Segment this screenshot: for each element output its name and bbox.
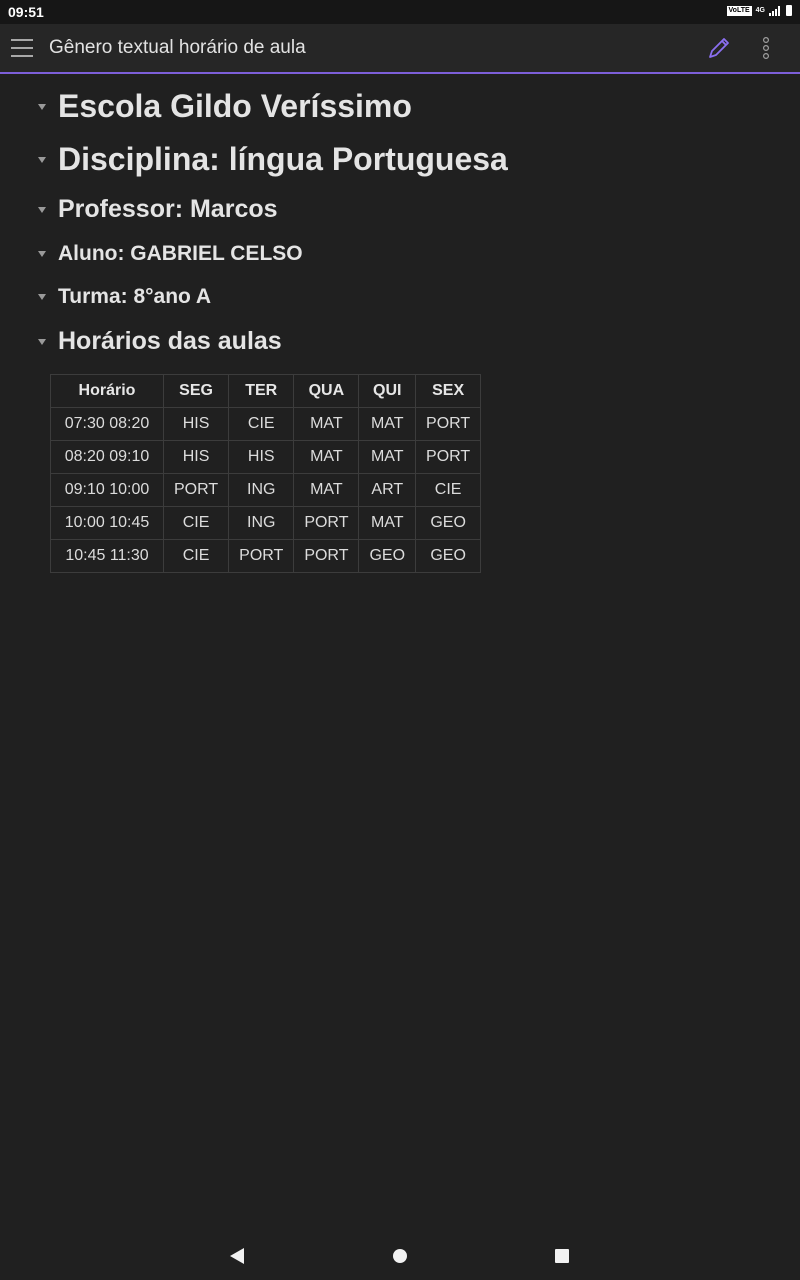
header-cell: TER xyxy=(228,374,295,408)
table-row: 09:10 10:00 PORT ING MAT ART CIE xyxy=(50,473,482,507)
table-cell: CIE xyxy=(415,473,482,507)
heading-class[interactable]: Turma: 8°ano A xyxy=(38,285,211,309)
table-cell: 08:20 09:10 xyxy=(50,440,164,474)
hamburger-menu-icon[interactable] xyxy=(11,39,33,57)
table-cell: PORT xyxy=(415,407,482,441)
note-title: Gênero textual horário de aula xyxy=(49,37,306,58)
table-row: 08:20 09:10 HIS HIS MAT MAT PORT xyxy=(50,440,482,474)
back-triangle-icon[interactable] xyxy=(230,1248,244,1264)
table-cell: HIS xyxy=(162,407,230,441)
heading-text: Turma: 8°ano A xyxy=(58,285,212,308)
table-cell: GEO xyxy=(415,539,482,573)
status-time: 09:51 xyxy=(8,4,44,20)
heading-student[interactable]: Aluno: GABRIEL CELSO xyxy=(38,242,303,266)
schedule-table: Horário SEG TER QUA QUI SEX 07:30 08:20 … xyxy=(50,374,482,573)
table-cell: 10:00 10:45 xyxy=(50,506,164,540)
table-row: 10:00 10:45 CIE ING PORT MAT GEO xyxy=(50,506,482,540)
collapse-caret-icon[interactable] xyxy=(38,206,46,213)
heading-text: Escola Gildo Veríssimo xyxy=(58,88,412,124)
table-cell: 10:45 11:30 xyxy=(50,539,164,573)
app-bar: Gênero textual horário de aula xyxy=(0,24,800,74)
vertical-dots-icon[interactable] xyxy=(760,36,772,60)
table-cell: CIE xyxy=(162,539,230,573)
header-cell: QUI xyxy=(358,374,417,408)
header-cell: QUA xyxy=(293,374,360,408)
heading-schedule[interactable]: Horários das aulas xyxy=(38,327,282,356)
signal-icon xyxy=(769,5,780,16)
volte-icon: VoLTE xyxy=(726,5,752,16)
table-cell: PORT xyxy=(415,440,482,474)
table-cell: HIS xyxy=(228,440,295,474)
collapse-caret-icon[interactable] xyxy=(38,338,46,345)
heading-text: Disciplina: língua Portuguesa xyxy=(58,141,508,177)
collapse-caret-icon[interactable] xyxy=(38,103,46,110)
table-cell: PORT xyxy=(293,506,360,540)
header-cell: Horário xyxy=(50,374,164,408)
table-cell: 07:30 08:20 xyxy=(50,407,164,441)
table-cell: HIS xyxy=(162,440,230,474)
heading-text: Professor: Marcos xyxy=(58,195,278,223)
pencil-icon[interactable] xyxy=(706,35,732,61)
table-cell: MAT xyxy=(358,440,417,474)
table-row: 07:30 08:20 HIS CIE MAT MAT PORT xyxy=(50,407,482,441)
table-cell: MAT xyxy=(293,473,360,507)
table-cell: PORT xyxy=(162,473,230,507)
table-cell: MAT xyxy=(293,407,360,441)
heading-school[interactable]: Escola Gildo Veríssimo xyxy=(38,88,412,125)
table-cell: GEO xyxy=(358,539,417,573)
table-cell: ART xyxy=(358,473,417,507)
system-nav-bar xyxy=(0,1232,800,1280)
collapse-caret-icon[interactable] xyxy=(38,156,46,163)
heading-text: Horários das aulas xyxy=(58,327,282,355)
network-type: 4G xyxy=(755,7,765,14)
table-cell: 09:10 10:00 xyxy=(50,473,164,507)
table-cell: PORT xyxy=(293,539,360,573)
status-bar: 09:51 VoLTE 4G xyxy=(0,0,800,24)
collapse-caret-icon[interactable] xyxy=(38,251,46,257)
table-cell: CIE xyxy=(228,407,295,441)
table-cell: MAT xyxy=(358,407,417,441)
header-cell: SEX xyxy=(415,374,482,408)
table-header-row: Horário SEG TER QUA QUI SEX xyxy=(50,374,482,408)
collapse-caret-icon[interactable] xyxy=(38,294,46,300)
status-icons: VoLTE 4G xyxy=(726,5,792,16)
table-cell: PORT xyxy=(228,539,295,573)
table-row: 10:45 11:30 CIE PORT PORT GEO GEO xyxy=(50,539,482,573)
heading-teacher[interactable]: Professor: Marcos xyxy=(38,195,278,224)
heading-text: Aluno: GABRIEL CELSO xyxy=(58,242,303,265)
table-cell: ING xyxy=(228,473,295,507)
heading-subject[interactable]: Disciplina: língua Portuguesa xyxy=(38,141,508,178)
table-cell: MAT xyxy=(358,506,417,540)
table-cell: GEO xyxy=(415,506,482,540)
header-cell: SEG xyxy=(162,374,230,408)
home-circle-icon[interactable] xyxy=(393,1249,407,1263)
table-cell: MAT xyxy=(293,440,360,474)
battery-icon xyxy=(786,5,792,16)
table-cell: ING xyxy=(228,506,295,540)
recents-square-icon[interactable] xyxy=(555,1249,569,1263)
table-cell: CIE xyxy=(162,506,230,540)
